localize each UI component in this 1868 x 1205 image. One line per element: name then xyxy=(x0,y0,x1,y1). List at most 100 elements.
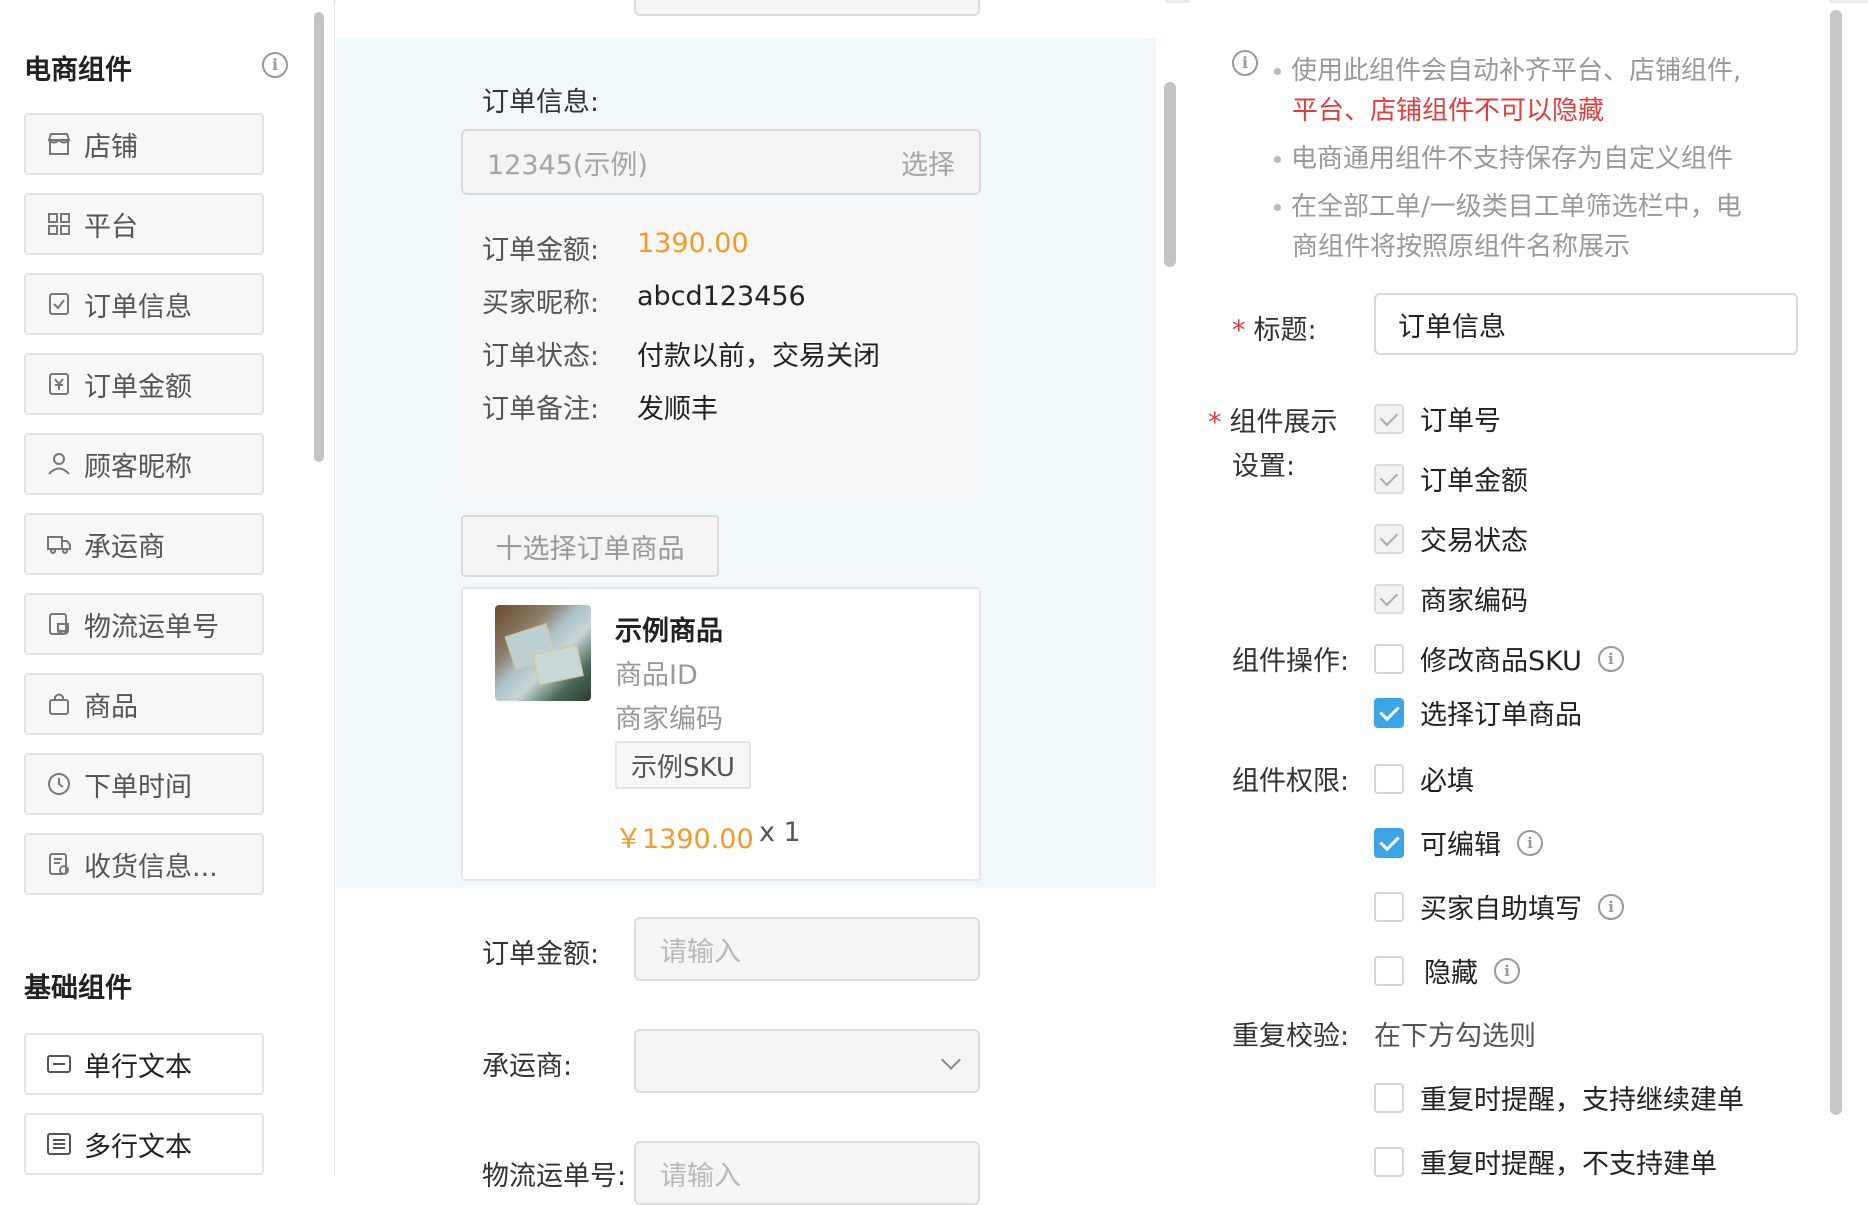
perm-opt-required[interactable]: 必填 xyxy=(1374,759,1474,798)
goods-id: 商品ID xyxy=(615,660,698,691)
info-row-remark: 订单备注: 发顺丰 xyxy=(482,387,718,426)
order-check-icon xyxy=(46,291,72,317)
palette-item-platform[interactable]: 平台 xyxy=(24,193,264,255)
dup-check-label: 重复校验: xyxy=(1232,1021,1350,1052)
display-opt-amount[interactable]: 订单金额 xyxy=(1374,459,1528,498)
grid-icon xyxy=(46,211,72,237)
dup-opt-allow[interactable]: 重复时提醒，支持继续建单 xyxy=(1374,1078,1744,1117)
goods-price: ￥1390.00 xyxy=(615,824,754,855)
properties-panel: i 使用此组件会自动补齐平台、店铺组件, 平台、店铺组件不可以隐藏 电商通用组件… xyxy=(1190,0,1830,1180)
properties-scrollbar[interactable] xyxy=(1830,10,1842,1115)
chevron-down-icon xyxy=(941,1050,961,1070)
perm-opt-editable[interactable]: 可编辑 i xyxy=(1374,823,1543,862)
palette-scrollbar[interactable] xyxy=(314,12,324,462)
ecommerce-section-title: 电商组件 xyxy=(24,55,132,86)
option-label: 订单号 xyxy=(1420,406,1501,437)
order-info-label: 订单信息: xyxy=(482,87,600,118)
palette-item-label: 商品 xyxy=(84,691,138,723)
info-key: 订单金额: xyxy=(482,235,600,266)
goods-merchant-code: 商家编码 xyxy=(615,704,723,735)
info-icon[interactable]: i xyxy=(1494,957,1520,984)
checkbox-checked[interactable] xyxy=(1374,697,1404,728)
info-icon[interactable]: i xyxy=(1517,829,1543,856)
palette-item-receiver-info[interactable]: 收货信息... xyxy=(24,833,264,895)
option-label: 选择订单商品 xyxy=(1420,700,1582,731)
waybill-input[interactable]: 请输入 xyxy=(634,1141,980,1205)
palette-item-goods[interactable]: 商品 xyxy=(24,673,264,735)
checkbox[interactable] xyxy=(1374,955,1404,986)
goods-name: 示例商品 xyxy=(615,616,723,647)
goods-thumbnail xyxy=(495,605,591,701)
palette-item-order-time[interactable]: 下单时间 xyxy=(24,753,264,815)
logistics-doc-icon xyxy=(46,611,72,637)
info-row-amount: 订单金额: 1390.00 xyxy=(482,228,749,267)
canvas-scrollbar[interactable] xyxy=(1164,82,1176,267)
tip-text: 在全部工单/一级类目工单筛选栏中，电 xyxy=(1291,192,1742,222)
display-opt-order-no[interactable]: 订单号 xyxy=(1374,399,1501,438)
ops-opt-select-goods[interactable]: 选择订单商品 xyxy=(1374,693,1582,732)
palette-item-order-info[interactable]: 订单信息 xyxy=(24,273,264,335)
basic-section-title: 基础组件 xyxy=(24,973,132,1004)
display-opt-merchant-code[interactable]: 商家编码 xyxy=(1374,579,1528,618)
single-line-icon xyxy=(46,1051,72,1077)
checkbox-checked[interactable] xyxy=(1374,827,1404,858)
label-text: 标题: xyxy=(1253,315,1317,346)
selected-order-component[interactable]: 订单信息: 12345(示例) 选择 订单金额: 1390.00 买家昵称: a… xyxy=(336,38,1156,888)
info-icon[interactable]: i xyxy=(262,52,288,78)
checkbox[interactable] xyxy=(1374,1082,1404,1113)
palette-item-order-amount[interactable]: 订单金额 xyxy=(24,353,264,415)
option-label: 重复时提醒，支持继续建单 xyxy=(1420,1085,1744,1116)
goods-card: 示例商品 商品ID 商家编码 示例SKU ￥1390.00 x 1 xyxy=(461,587,981,881)
goods-sku-tag[interactable]: 示例SKU xyxy=(615,741,751,789)
title-input[interactable]: 订单信息 xyxy=(1374,293,1798,355)
palette-item-label: 店铺 xyxy=(84,131,138,163)
carrier-select[interactable] xyxy=(634,1029,980,1093)
palette-item-label: 下单时间 xyxy=(84,771,192,803)
dup-check-hint: 在下方勾选则 xyxy=(1374,1021,1536,1052)
checkbox-disabled xyxy=(1374,463,1404,494)
option-label: 订单金额 xyxy=(1420,466,1528,497)
info-value: 1390.00 xyxy=(637,228,749,259)
option-label: 可编辑 xyxy=(1420,830,1501,861)
amount-input[interactable]: 请输入 xyxy=(634,917,980,981)
dup-opt-block[interactable]: 重复时提醒，不支持建单 xyxy=(1374,1142,1717,1181)
info-value: abcd123456 xyxy=(637,281,806,312)
checkbox[interactable] xyxy=(1374,1146,1404,1177)
palette-item-single-line[interactable]: 单行文本 xyxy=(24,1033,264,1095)
waybill-field-label: 物流运单号: xyxy=(482,1161,627,1192)
order-select-link[interactable]: 选择 xyxy=(901,143,955,182)
info-icon[interactable]: i xyxy=(1597,645,1624,672)
yen-doc-icon xyxy=(46,371,72,397)
order-number-input[interactable]: 12345(示例) 选择 xyxy=(461,129,981,195)
user-icon xyxy=(46,451,72,477)
checkbox-disabled xyxy=(1374,523,1404,554)
palette-item-label: 订单金额 xyxy=(84,371,192,403)
option-label: 商家编码 xyxy=(1420,586,1528,617)
palette-item-carrier[interactable]: 承运商 xyxy=(24,513,264,575)
palette-item-store[interactable]: 店铺 xyxy=(24,113,264,175)
carrier-field-label: 承运商: xyxy=(482,1051,573,1082)
checkbox[interactable] xyxy=(1374,763,1404,794)
display-opt-status[interactable]: 交易状态 xyxy=(1374,519,1528,558)
palette-item-customer-nick[interactable]: 顾客昵称 xyxy=(24,433,264,495)
perm-opt-hidden[interactable]: 隐藏 i xyxy=(1374,951,1520,990)
previous-field-input[interactable] xyxy=(634,0,980,16)
label-text: 组件展示 xyxy=(1229,407,1338,438)
palette-item-multi-line[interactable]: 多行文本 xyxy=(24,1113,264,1175)
info-icon[interactable]: i xyxy=(1598,893,1624,920)
tip-cannot-hide: 平台、店铺组件不可以隐藏 xyxy=(1292,96,1605,126)
info-key: 订单备注: xyxy=(482,394,600,425)
ops-opt-modify-sku[interactable]: 修改商品SKU i xyxy=(1374,639,1624,678)
checkbox[interactable] xyxy=(1374,643,1404,674)
amount-field-label: 订单金额: xyxy=(482,939,600,970)
palette-item-label: 物流运单号 xyxy=(84,611,219,643)
perm-opt-buyer-fill[interactable]: 买家自助填写 i xyxy=(1374,887,1624,926)
palette-item-waybill[interactable]: 物流运单号 xyxy=(24,593,264,655)
clock-icon xyxy=(46,771,72,797)
checkbox[interactable] xyxy=(1374,891,1404,922)
palette-item-label: 承运商 xyxy=(84,531,165,563)
select-order-goods-button[interactable]: 十选择订单商品 xyxy=(461,515,719,577)
truck-icon xyxy=(46,531,72,557)
address-doc-icon xyxy=(46,851,72,877)
palette-item-label: 平台 xyxy=(84,211,138,243)
